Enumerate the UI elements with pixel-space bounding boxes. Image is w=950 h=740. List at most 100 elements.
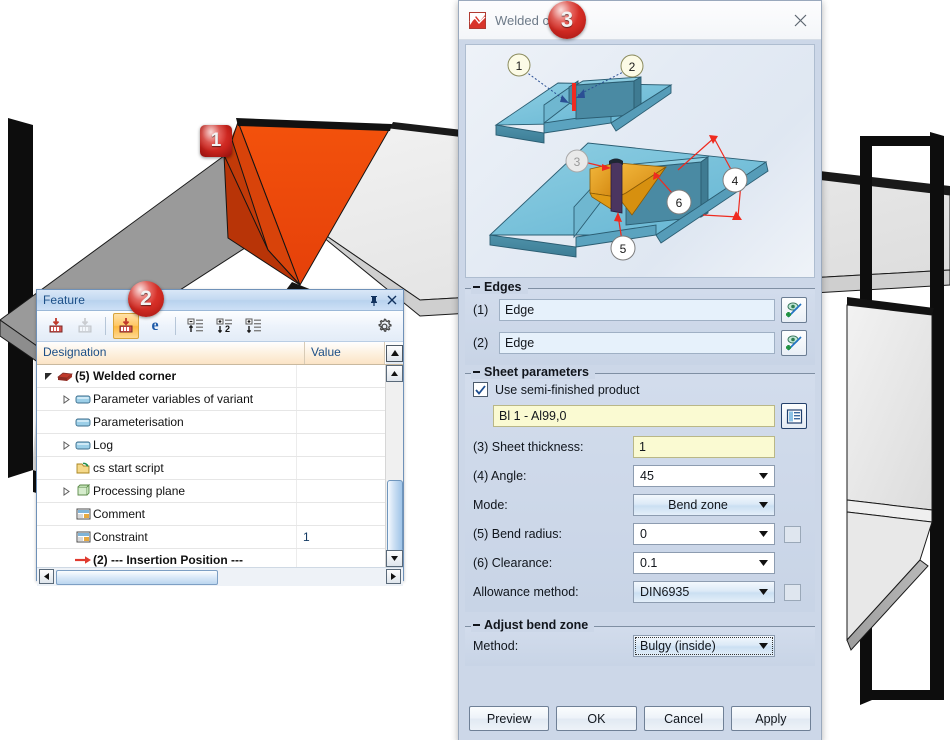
feature-tree-vertical-scrollbar[interactable] [385,365,403,567]
expression-icon-label: e [151,317,159,334]
use-semi-finished-product-checkbox[interactable] [473,382,488,397]
svg-text:1: 1 [516,59,523,73]
script-icon [73,461,93,475]
table-row[interactable]: Log [37,434,386,457]
edge-2-input[interactable]: Edge [499,332,775,354]
apply-button[interactable]: Apply [730,706,811,731]
chevron-down-icon[interactable] [756,589,770,595]
expand-twisty-collapsed-icon[interactable] [59,394,73,404]
close-icon[interactable] [385,293,399,307]
method-label: Method: [473,639,519,653]
constraint-icon [73,531,93,543]
pick-edge-icon[interactable] [781,297,807,323]
dialog-titlebar[interactable]: Welded corner [459,1,821,40]
row-designation: Log [37,434,297,456]
row-value: 1 [303,530,310,544]
clearance-combobox[interactable]: 0.1 [633,552,775,574]
folder-blue-icon [73,439,93,451]
feature-tree-body[interactable]: (5) Welded corner Parameter variables of… [37,365,403,567]
chevron-down-icon[interactable] [756,643,770,649]
row-label: Constraint [93,530,148,544]
caret-up-icon[interactable] [386,344,403,362]
chevron-down-icon[interactable] [756,502,770,508]
bend-radius-option-checkbox[interactable] [784,525,801,543]
feature-tree[interactable]: (5) Welded corner Parameter variables of… [37,365,386,567]
semi-finished-product-input[interactable]: Bl 1 - Al99,0 [493,405,775,427]
table-row[interactable]: Processing plane [37,480,386,503]
collapse-all-icon[interactable] [183,313,209,339]
chevron-down-icon[interactable] [756,531,770,537]
table-row[interactable]: Parameter variables of variant [37,388,386,411]
chevron-down-icon[interactable] [756,560,770,566]
preview-button[interactable]: Preview [469,706,550,731]
allowance-method-combobox[interactable]: DIN6935 [633,581,775,603]
allowance-method-option-checkbox[interactable] [784,583,801,601]
dialog-content: Edges (1) Edge (2) Edge Sheet parameters… [459,280,821,698]
expand-all-icon[interactable] [241,313,267,339]
bend-radius-combobox[interactable]: 0 [633,523,775,545]
edge-row-1: (1) Edge [473,297,807,323]
svg-text:5: 5 [620,242,627,256]
export-feature-icon[interactable] [72,313,98,339]
welded-corner-app-icon [469,11,486,29]
table-row[interactable]: Comment [37,503,386,526]
use-semi-finished-product-checkbox-row[interactable]: Use semi-finished product [473,382,807,397]
collapse-minus-icon[interactable] [473,371,480,373]
edit-feature-icon[interactable] [113,313,139,339]
bend-radius-value: 0 [640,527,647,541]
welded-corner-dialog[interactable]: Welded corner 1 2 3 4 5 6 Edges (1) Edge… [458,0,822,740]
import-feature-icon[interactable] [43,313,69,339]
table-row[interactable]: (2) --- Insertion Position --- [37,549,386,567]
expand-twisty-expanded-icon[interactable] [41,372,55,381]
table-row[interactable]: Constraint 1 [37,526,386,549]
mode-row: Mode: Bend zone [473,494,807,516]
pin-icon[interactable] [367,293,381,307]
expand-level-2-icon[interactable]: 2 [212,313,238,339]
table-row[interactable]: cs start script [37,457,386,480]
pick-edge-icon[interactable] [781,330,807,356]
edge-row-2: (2) Edge [473,330,807,356]
chevron-down-icon[interactable] [756,473,770,479]
table-row[interactable]: Parameterisation [37,411,386,434]
ok-button[interactable]: OK [556,706,637,731]
row-designation: (5) Welded corner [37,365,297,387]
scrollbar-thumb-vertical[interactable] [387,480,403,552]
sheet-thickness-row: (3) Sheet thickness: 1 [473,436,807,458]
edge-1-input[interactable]: Edge [499,299,775,321]
close-icon[interactable] [787,7,813,33]
callout-badge-3-label: 3 [560,7,574,32]
expand-twisty-collapsed-icon[interactable] [59,440,73,450]
column-header-designation[interactable]: Designation [37,342,305,364]
mode-value: Bend zone [668,498,728,512]
insertion-arrow-icon [73,555,93,565]
select-material-icon[interactable] [781,403,807,429]
column-header-value[interactable]: Value [305,342,385,364]
scroll-down-icon[interactable] [386,550,403,567]
edges-group-legend: Edges [471,280,528,294]
angle-combobox[interactable]: 45 [633,465,775,487]
method-combobox[interactable]: Bulgy (inside) [633,635,775,657]
mode-combobox[interactable]: Bend zone [633,494,775,516]
table-row[interactable]: (5) Welded corner [37,365,386,388]
scrollbar-thumb-horizontal[interactable] [56,570,218,585]
dialog-title: Welded corner [495,12,580,28]
collapse-minus-icon[interactable] [473,624,480,626]
row-label: cs start script [93,461,164,475]
feature-tree-horizontal-scrollbar[interactable] [37,567,403,586]
feature-panel-toolbar[interactable]: e 2 [37,311,403,342]
feature-panel[interactable]: Feature e 2 Designation Value (5) Welded… [36,289,404,586]
expand-twisty-collapsed-icon[interactable] [59,486,73,496]
column-options-button[interactable] [385,342,403,364]
settings-gear-icon[interactable] [371,313,397,339]
edge-2-number: (2) [473,336,489,350]
cancel-button[interactable]: Cancel [643,706,724,731]
sheet-thickness-input[interactable]: 1 [633,436,775,458]
scroll-left-icon[interactable] [39,569,54,584]
scroll-up-icon[interactable] [386,365,403,382]
feature-panel-titlebar[interactable]: Feature [37,290,403,311]
sheet-thickness-label: (3) Sheet thickness: [473,440,584,454]
row-designation: Processing plane [37,480,297,502]
feature-tree-header: Designation Value [37,342,403,365]
scroll-right-icon[interactable] [386,569,401,584]
collapse-minus-icon[interactable] [473,286,480,288]
